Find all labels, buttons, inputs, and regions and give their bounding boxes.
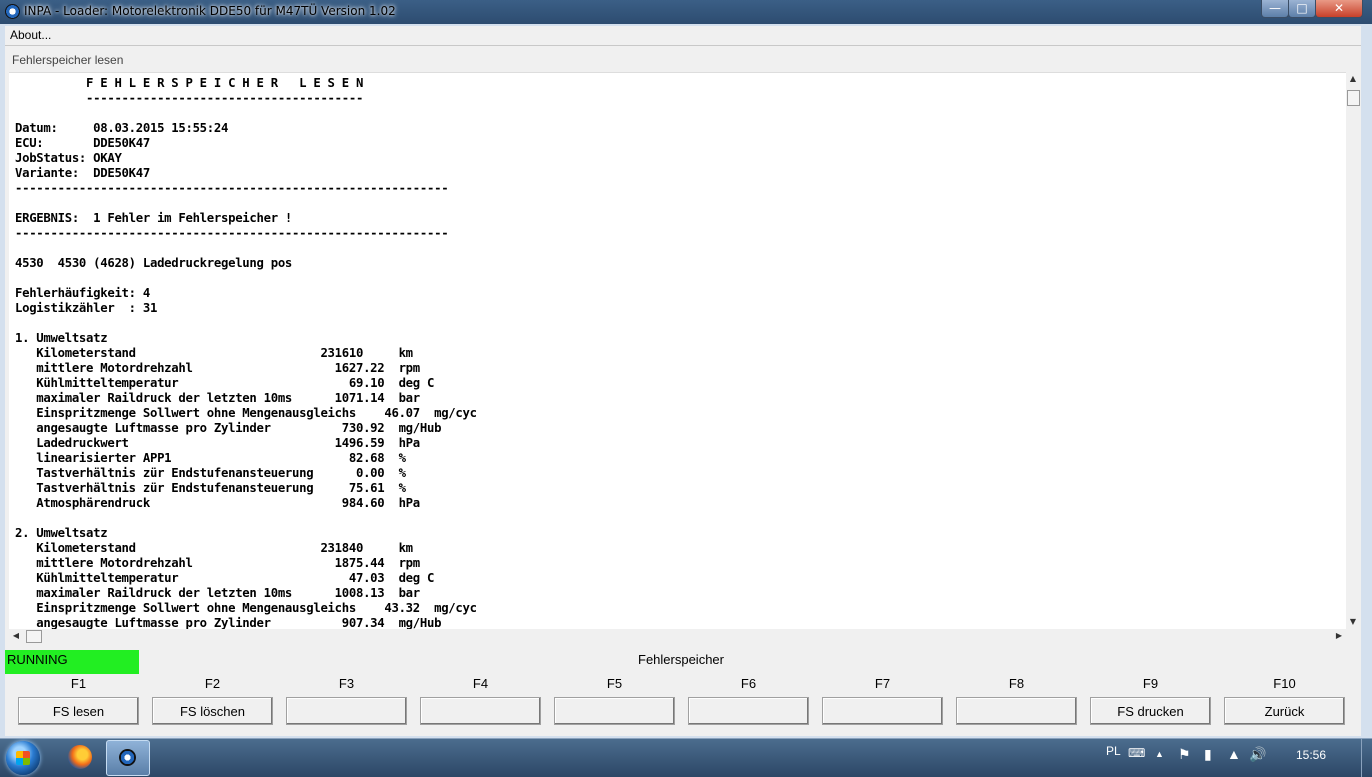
keyboard-icon[interactable]: ⌨ (1128, 746, 1145, 760)
fkey-label-f10: F10 (1273, 676, 1296, 691)
f6-button[interactable] (688, 697, 809, 725)
menu-about[interactable]: About... (10, 28, 51, 42)
output-text: F E H L E R S P E I C H E R L E S E N --… (15, 76, 477, 630)
volume-icon[interactable]: 🔊 (1249, 746, 1266, 763)
client-area: Fehlerspeicher lesen F E H L E R S P E I… (5, 46, 1361, 736)
f5-button[interactable] (554, 697, 675, 725)
maximize-icon: □ (1296, 1, 1308, 15)
vertical-scrollbar[interactable]: ▲ ▼ (1346, 72, 1360, 629)
show-hidden-icons-icon[interactable]: ▲ (1155, 749, 1164, 759)
horizontal-scroll-thumb[interactable] (26, 630, 42, 643)
show-desktop-button[interactable] (1361, 739, 1372, 777)
f8-button[interactable] (956, 697, 1077, 725)
battery-icon[interactable]: ▮ (1204, 746, 1212, 763)
scroll-right-icon[interactable]: ▶ (1332, 629, 1346, 643)
f7-button[interactable] (822, 697, 943, 725)
output-textbox[interactable]: F E H L E R S P E I C H E R L E S E N --… (9, 72, 1346, 630)
status-bar: RUNNING Fehlerspeicher (5, 650, 1361, 674)
title-bar: INPA - Loader: Motorelektronik DDE50 für… (0, 0, 1372, 24)
fkey-label-f3: F3 (338, 676, 355, 691)
clock[interactable]: 15:56 (1296, 748, 1326, 762)
menu-bar: About... (5, 26, 1361, 46)
fs-lesen-button[interactable]: FS lesen (18, 697, 139, 725)
start-button[interactable] (6, 741, 40, 775)
taskbar-inpa-button[interactable] (106, 740, 150, 776)
bmw-logo-icon (5, 4, 20, 19)
status-title: Fehlerspeicher (638, 652, 724, 667)
minimize-button[interactable]: — (1261, 0, 1289, 18)
close-button[interactable]: ✕ (1315, 0, 1363, 18)
fs-drucken-button[interactable]: FS drucken (1090, 697, 1211, 725)
horizontal-scrollbar[interactable]: ◀ ▶ (9, 629, 1346, 643)
bmw-logo-icon (119, 749, 136, 766)
network-icon[interactable]: ▲ (1227, 746, 1241, 762)
fkey-label-f6: F6 (740, 676, 757, 691)
fkey-label-f5: F5 (606, 676, 623, 691)
maximize-button[interactable]: □ (1288, 0, 1316, 18)
close-icon: ✕ (1333, 1, 1345, 15)
fkey-label-f1: F1 (70, 676, 87, 691)
fkey-label-f8: F8 (1008, 676, 1025, 691)
scroll-up-icon[interactable]: ▲ (1346, 72, 1360, 86)
fkey-label-f7: F7 (874, 676, 891, 691)
fkey-label-f4: F4 (472, 676, 489, 691)
vertical-scroll-thumb[interactable] (1347, 90, 1360, 106)
fs-loeschen-button[interactable]: FS löschen (152, 697, 273, 725)
fkey-label-f2: F2 (204, 676, 221, 691)
f3-button[interactable] (286, 697, 407, 725)
fkey-label-f9: F9 (1142, 676, 1159, 691)
status-running: RUNNING (5, 650, 139, 674)
zurueck-button[interactable]: Zurück (1224, 697, 1345, 725)
minimize-icon: — (1269, 1, 1281, 15)
scroll-left-icon[interactable]: ◀ (9, 629, 23, 643)
action-center-flag-icon[interactable]: ⚑ (1178, 746, 1191, 763)
taskbar: PL ⌨ ▲ ⚑ ▮ ▲ 🔊 15:56 (0, 738, 1372, 777)
panel-title: Fehlerspeicher lesen (12, 53, 124, 67)
window-title: INPA - Loader: Motorelektronik DDE50 für… (24, 4, 396, 18)
firefox-icon[interactable] (68, 745, 92, 769)
scroll-down-icon[interactable]: ▼ (1346, 615, 1360, 629)
f4-button[interactable] (420, 697, 541, 725)
language-indicator[interactable]: PL (1106, 744, 1121, 758)
windows-logo-icon (16, 751, 30, 765)
